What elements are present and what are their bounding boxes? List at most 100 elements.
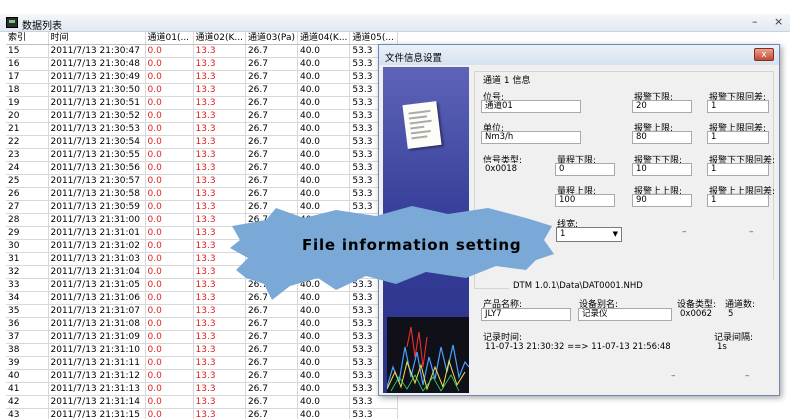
cell-channel01: 0.0 <box>145 135 194 149</box>
document-icon <box>402 101 442 149</box>
cell-channel04: 40.0 <box>297 356 351 370</box>
table-row[interactable]: 38 2011/7/13 21:31:10 0.0 13.3 26.7 40.0 53.3 <box>6 343 399 357</box>
cell-channel01: 0.0 <box>145 57 194 71</box>
table-row[interactable]: 21 2011/7/13 21:30:53 0.0 13.3 26.7 40.0 53.3 <box>6 122 399 136</box>
table-row[interactable]: 41 2011/7/13 21:31:13 0.0 13.3 26.7 40.0 53.3 <box>6 382 399 396</box>
cell-channel03: 26.7 <box>245 161 298 175</box>
cell-channel02: 13.3 <box>193 356 246 370</box>
cell-index: 43 <box>6 408 49 419</box>
cell-index: 22 <box>6 135 49 149</box>
cell-time: 2011/7/13 21:30:59 <box>48 200 146 214</box>
dialog-close-button[interactable]: x <box>754 48 774 61</box>
alarm-low-field[interactable]: 20 <box>632 100 692 113</box>
cell-channel02: 13.3 <box>193 122 246 136</box>
alarm-highhigh-hysteresis-field[interactable]: 1 <box>707 194 769 207</box>
table-row[interactable]: 16 2011/7/13 21:30:48 0.0 13.3 26.7 40.0 53.3 <box>6 57 399 71</box>
cell-channel01: 0.0 <box>145 109 194 123</box>
unit-field[interactable]: Nm3/h <box>481 131 581 144</box>
table-row[interactable]: 19 2011/7/13 21:30:51 0.0 13.3 26.7 40.0 53.3 <box>6 96 399 110</box>
table-row[interactable]: 23 2011/7/13 21:30:55 0.0 13.3 26.7 40.0 53.3 <box>6 148 399 162</box>
alarm-lowlow-hysteresis-field[interactable]: 1 <box>707 163 769 176</box>
product-name-field[interactable]: JLY7 <box>481 308 571 321</box>
record-time-value: 11-07-13 21:30:32 ==> 11-07-13 21:56:48 <box>481 341 681 354</box>
cell-channel04: 40.0 <box>297 317 351 331</box>
table-row[interactable]: 17 2011/7/13 21:30:49 0.0 13.3 26.7 40.0 53.3 <box>6 70 399 84</box>
alarm-high-field[interactable]: 80 <box>632 131 692 144</box>
table-row[interactable]: 18 2011/7/13 21:30:50 0.0 13.3 26.7 40.0 53.3 <box>6 83 399 97</box>
cell-channel02: 13.3 <box>193 83 246 97</box>
cell-channel01: 0.0 <box>145 148 194 162</box>
cell-time: 2011/7/13 21:31:00 <box>48 213 146 227</box>
range-high-field[interactable]: 100 <box>555 194 615 207</box>
minimize-button[interactable]: – <box>752 15 758 28</box>
cell-time: 2011/7/13 21:31:14 <box>48 395 146 409</box>
cell-time: 2011/7/13 21:30:51 <box>48 96 146 110</box>
cell-channel01: 0.0 <box>145 382 194 396</box>
alarm-lowlow-field[interactable]: 10 <box>632 163 692 176</box>
cell-channel01: 0.0 <box>145 343 194 357</box>
app-window-icon <box>6 17 18 28</box>
cell-time: 2011/7/13 21:30:55 <box>48 148 146 162</box>
cell-channel03: 26.7 <box>245 330 298 344</box>
table-row[interactable]: 37 2011/7/13 21:31:09 0.0 13.3 26.7 40.0 53.3 <box>6 330 399 344</box>
cell-channel01: 0.0 <box>145 408 194 419</box>
cell-index: 17 <box>6 70 49 84</box>
column-header-channel03[interactable]: 通道03(Pa) <box>245 32 298 45</box>
table-row[interactable]: 25 2011/7/13 21:30:57 0.0 13.3 26.7 40.0 53.3 <box>6 174 399 188</box>
cell-channel02: 13.3 <box>193 44 246 58</box>
cell-index: 32 <box>6 265 49 279</box>
cell-channel04: 40.0 <box>297 161 351 175</box>
cell-time: 2011/7/13 21:30:54 <box>48 135 146 149</box>
footer-dash-right: – <box>745 371 750 381</box>
table-row[interactable]: 35 2011/7/13 21:31:07 0.0 13.3 26.7 40.0 53.3 <box>6 304 399 318</box>
table-row[interactable]: 22 2011/7/13 21:30:54 0.0 13.3 26.7 40.0 53.3 <box>6 135 399 149</box>
device-alias-field[interactable]: 记录仪 <box>578 308 672 321</box>
column-header-channel01[interactable]: 通道01(... <box>145 32 194 45</box>
alarm-high-hysteresis-field[interactable]: 1 <box>707 131 769 144</box>
cell-channel03: 26.7 <box>245 96 298 110</box>
cell-index: 25 <box>6 174 49 188</box>
cell-index: 27 <box>6 200 49 214</box>
cell-time: 2011/7/13 21:31:07 <box>48 304 146 318</box>
table-row[interactable]: 20 2011/7/13 21:30:52 0.0 13.3 26.7 40.0 53.3 <box>6 109 399 123</box>
cell-index: 24 <box>6 161 49 175</box>
table-row[interactable]: 15 2011/7/13 21:30:47 0.0 13.3 26.7 40.0 53.3 <box>6 44 399 58</box>
column-header-channel04[interactable]: 通道04(K... <box>297 32 351 45</box>
cell-time: 2011/7/13 21:31:02 <box>48 239 146 253</box>
dropdown-arrow-icon: ▼ <box>612 230 618 238</box>
cell-channel01: 0.0 <box>145 96 194 110</box>
cell-index: 15 <box>6 44 49 58</box>
cell-channel01: 0.0 <box>145 174 194 188</box>
column-header-channel02[interactable]: 通道02(K... <box>193 32 246 45</box>
column-header-time[interactable]: 时间 <box>48 32 146 45</box>
position-field[interactable]: 通道01 <box>481 100 581 113</box>
table-row[interactable]: 40 2011/7/13 21:31:12 0.0 13.3 26.7 40.0 53.3 <box>6 369 399 383</box>
alarm-highhigh-field[interactable]: 90 <box>632 194 692 207</box>
range-low-field[interactable]: 0 <box>555 163 615 176</box>
cell-index: 23 <box>6 148 49 162</box>
close-button[interactable]: × <box>774 15 783 28</box>
line-width-select[interactable]: 1 ▼ <box>556 227 622 242</box>
cell-channel02: 13.3 <box>193 408 246 419</box>
cell-time: 2011/7/13 21:31:06 <box>48 291 146 305</box>
cell-index: 28 <box>6 213 49 227</box>
cell-time: 2011/7/13 21:31:01 <box>48 226 146 240</box>
table-row[interactable]: 42 2011/7/13 21:31:14 0.0 13.3 26.7 40.0 53.3 <box>6 395 399 409</box>
cell-channel01: 0.0 <box>145 44 194 58</box>
cell-channel03: 26.7 <box>245 83 298 97</box>
style-placeholder-dash: – <box>749 227 754 237</box>
cell-index: 39 <box>6 356 49 370</box>
column-header-channel05[interactable]: 通道05(... <box>349 32 399 45</box>
column-header-index[interactable]: 索引 <box>6 32 49 45</box>
table-row[interactable]: 39 2011/7/13 21:31:11 0.0 13.3 26.7 40.0 53.3 <box>6 356 399 370</box>
cell-channel01: 0.0 <box>145 265 194 279</box>
cell-channel04: 40.0 <box>297 122 351 136</box>
cell-channel05: 53.3 <box>349 395 399 409</box>
cell-channel03: 26.7 <box>245 382 298 396</box>
table-row[interactable]: 24 2011/7/13 21:30:56 0.0 13.3 26.7 40.0 53.3 <box>6 161 399 175</box>
cell-channel04: 40.0 <box>297 343 351 357</box>
alarm-low-hysteresis-field[interactable]: 1 <box>707 100 769 113</box>
table-row[interactable]: 43 2011/7/13 21:31:15 0.0 13.3 26.7 40.0 53.3 <box>6 408 399 419</box>
table-row[interactable]: 36 2011/7/13 21:31:08 0.0 13.3 26.7 40.0 53.3 <box>6 317 399 331</box>
cell-channel04: 40.0 <box>297 304 351 318</box>
